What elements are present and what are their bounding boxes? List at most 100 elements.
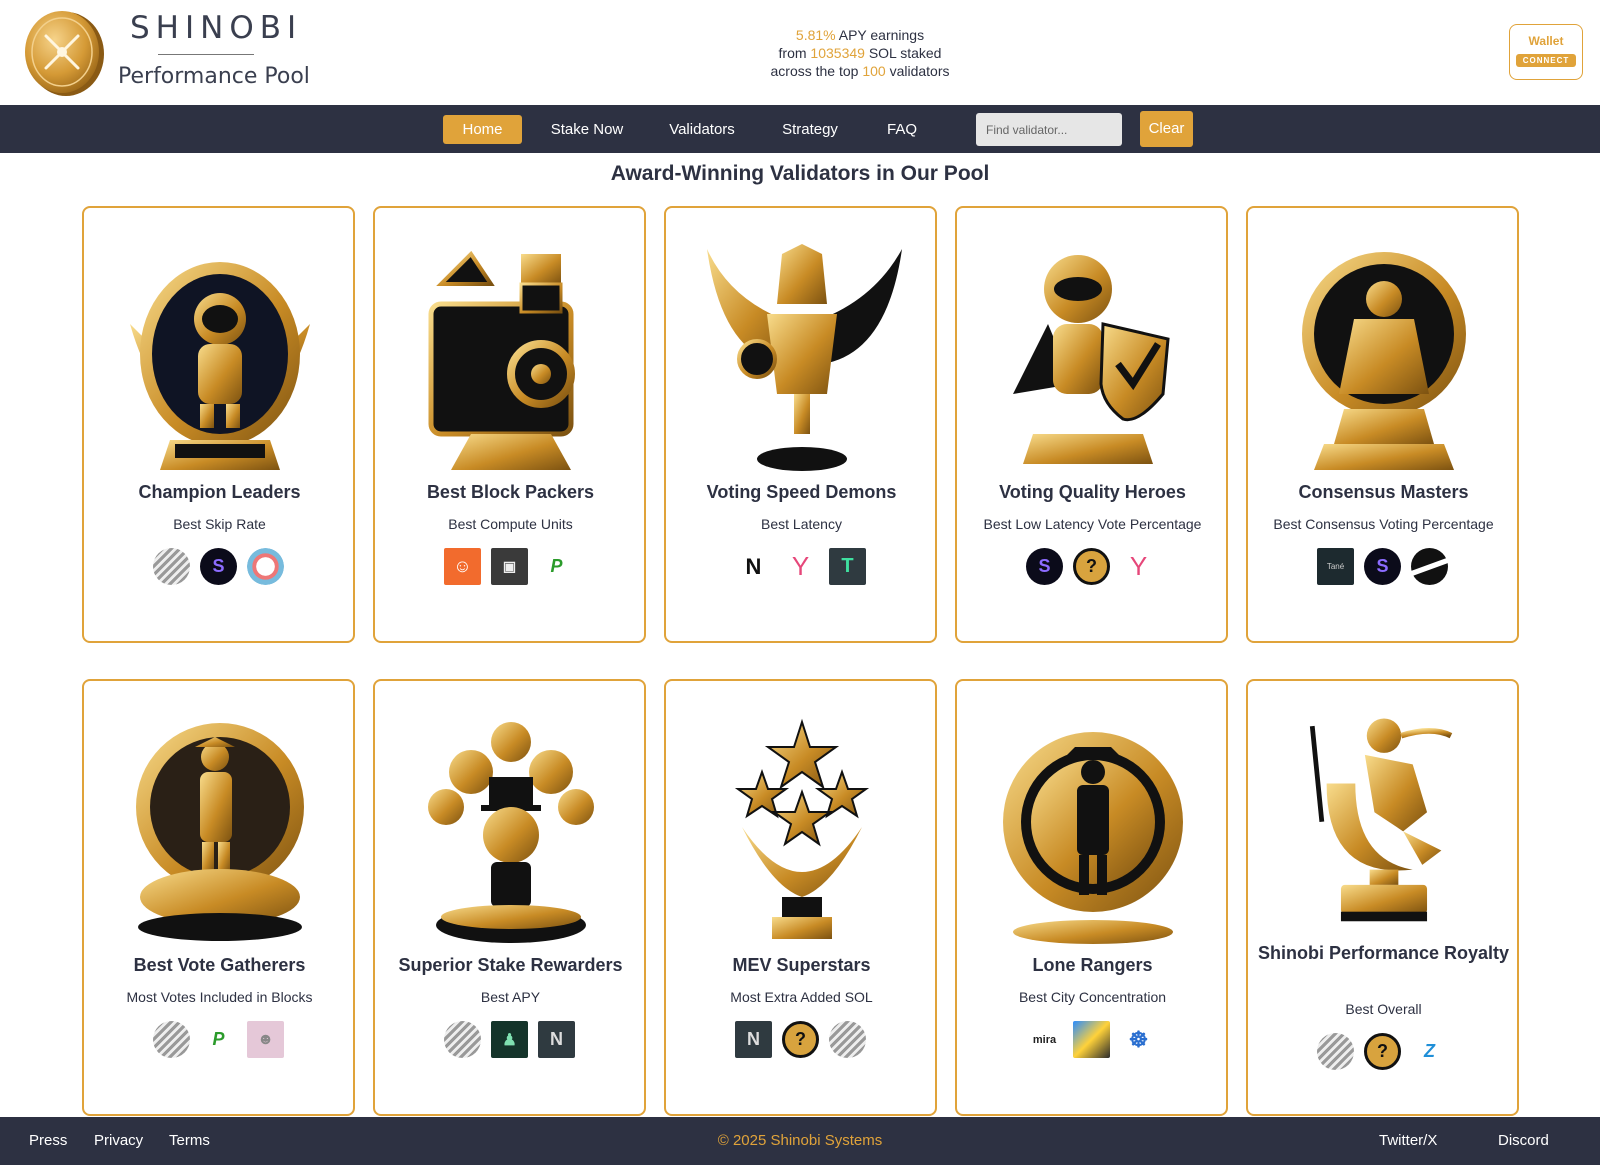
explorer-trophy-icon xyxy=(136,723,304,941)
validator-logo-question-icon[interactable]: ? xyxy=(1073,548,1110,585)
pool-stats: 5.81% APY earnings from 1035349 SOL stak… xyxy=(700,26,1020,80)
validator-logo-n-circle-icon[interactable]: N xyxy=(538,1021,575,1058)
validator-logo-helm-icon[interactable]: ☸ xyxy=(1120,1021,1157,1058)
award-card-voting-speed-demons[interactable]: Voting Speed Demons Best Latency N Y T xyxy=(664,206,937,643)
validator-logo-pz-icon[interactable]: P xyxy=(538,548,575,585)
validator-logo-s-icon[interactable]: S xyxy=(1026,548,1063,585)
page-title: Award-Winning Validators in Our Pool xyxy=(610,162,990,185)
block-packer-trophy-icon xyxy=(428,250,575,470)
apy-value: 5.81% xyxy=(795,27,836,43)
validator-logo-penguin-icon[interactable] xyxy=(247,548,284,585)
shinobi-coin-logo-icon[interactable] xyxy=(22,6,106,98)
clear-button[interactable]: Clear xyxy=(1140,111,1193,147)
footer-link-twitter[interactable]: Twitter/X xyxy=(1379,1132,1437,1149)
nav-stake-now[interactable]: Stake Now xyxy=(543,115,631,144)
award-card-shinobi-performance-royalty[interactable]: Shinobi Performance Royalty Best Overall… xyxy=(1246,679,1519,1116)
card-subtitle: Best Consensus Voting Percentage xyxy=(1273,516,1494,532)
astronaut-trophy-icon xyxy=(130,262,310,470)
validator-logos: P ☻ xyxy=(84,1021,353,1061)
award-card-best-vote-gatherers[interactable]: Best Vote Gatherers Most Votes Included … xyxy=(82,679,355,1116)
sage-trophy-icon xyxy=(1302,252,1466,470)
nav-strategy[interactable]: Strategy xyxy=(775,115,845,144)
copyright-text: © 2025 Shinobi Systems xyxy=(717,1132,883,1149)
award-card-superior-stake-rewarders[interactable]: Superior Stake Rewarders Best APY ♟ N xyxy=(373,679,646,1116)
footer-link-press[interactable]: Press xyxy=(29,1132,67,1149)
validator-logo-s-icon[interactable]: S xyxy=(200,548,237,585)
validators-label: validators xyxy=(889,63,950,79)
award-card-mev-superstars[interactable]: MEV Superstars Most Extra Added SOL N ? xyxy=(664,679,937,1116)
validator-logos: ♟ N xyxy=(375,1021,644,1061)
wallet-connect-button[interactable]: Wallet CONNECT xyxy=(1509,24,1583,80)
footer-link-terms[interactable]: Terms xyxy=(169,1132,210,1149)
nav-home[interactable]: Home xyxy=(443,115,522,144)
validator-logo-avatar-icon[interactable]: ☻ xyxy=(247,1021,284,1058)
card-title: Consensus Masters xyxy=(1298,482,1469,502)
card-subtitle: Best Overall xyxy=(1345,1001,1422,1017)
apy-label: APY earnings xyxy=(838,27,925,43)
card-title: Superior Stake Rewarders xyxy=(398,955,623,975)
award-card-voting-quality-heroes[interactable]: Voting Quality Heroes Best Low Latency V… xyxy=(955,206,1228,643)
validator-logo-tane-icon[interactable]: Tané xyxy=(1317,548,1354,585)
card-subtitle: Best APY xyxy=(480,989,541,1005)
validator-logo-cat-icon[interactable]: ☺ xyxy=(444,548,481,585)
find-validator-input[interactable] xyxy=(976,113,1122,146)
card-subtitle: Best Skip Rate xyxy=(173,516,266,532)
brand-tagline: Performance Pool xyxy=(118,64,310,89)
validator-logo-question-icon[interactable]: ? xyxy=(782,1021,819,1058)
validator-logo-bird-icon[interactable] xyxy=(1073,1021,1110,1058)
card-subtitle: Best City Concentration xyxy=(1018,989,1167,1005)
award-card-consensus-masters[interactable]: Consensus Masters Best Consensus Voting … xyxy=(1246,206,1519,643)
award-card-champion-leaders[interactable]: Champion Leaders Best Skip Rate S xyxy=(82,206,355,643)
validator-logo-s-icon[interactable]: S xyxy=(1364,548,1401,585)
sol-staked-value: 1035349 xyxy=(810,45,865,61)
card-title: Voting Speed Demons xyxy=(706,482,897,502)
validator-logo-n-icon[interactable]: N xyxy=(735,548,772,585)
card-subtitle: Best Latency xyxy=(761,516,842,532)
across-label: across the top xyxy=(770,63,859,79)
validator-logo-n-circle-icon[interactable]: N xyxy=(735,1021,772,1058)
footer-link-discord[interactable]: Discord xyxy=(1498,1132,1549,1149)
card-title: Lone Rangers xyxy=(1032,955,1153,975)
validator-logo-diamond-icon[interactable] xyxy=(1317,1033,1354,1070)
connect-label: CONNECT xyxy=(1515,54,1577,67)
footer-link-privacy[interactable]: Privacy xyxy=(94,1132,143,1149)
validator-logo-t-icon[interactable]: T xyxy=(829,548,866,585)
validator-logo-z-icon[interactable]: Z xyxy=(1411,1033,1448,1070)
validator-logo-pz-icon[interactable]: P xyxy=(200,1021,237,1058)
validator-logo-y-icon[interactable]: Y xyxy=(782,548,819,585)
award-card-lone-rangers[interactable]: Lone Rangers Best City Concentration mir… xyxy=(955,679,1228,1116)
validator-logo-y-icon[interactable]: Y xyxy=(1120,548,1157,585)
validator-logo-question-icon[interactable]: ? xyxy=(1364,1033,1401,1070)
card-title: Best Vote Gatherers xyxy=(133,955,306,975)
validator-count-value: 100 xyxy=(862,63,886,79)
card-title: Voting Quality Heroes xyxy=(999,482,1186,502)
validator-logo-diamond-icon[interactable] xyxy=(153,548,190,585)
card-subtitle: Best Low Latency Vote Percentage xyxy=(983,516,1202,532)
validator-logo-diamond-icon[interactable] xyxy=(829,1021,866,1058)
award-card-best-block-packers[interactable]: Best Block Packers Best Compute Units ☺ … xyxy=(373,206,646,643)
validator-logo-robot-icon[interactable]: ▣ xyxy=(491,548,528,585)
site-header: SHINOBI Performance Pool 5.81% APY earni… xyxy=(0,0,1600,105)
validator-logos: N Y T xyxy=(666,548,935,588)
shield-hero-trophy-icon xyxy=(1013,255,1170,464)
validator-logo-figure-icon[interactable]: ♟ xyxy=(491,1021,528,1058)
validator-logos: S ? Y xyxy=(957,548,1226,588)
card-title: Shinobi Performance Royalty xyxy=(1257,943,1510,963)
validators-line: across the top 100 validators xyxy=(700,62,1020,80)
validator-logo-diamond-icon[interactable] xyxy=(444,1021,481,1058)
validator-logos: S xyxy=(84,548,353,588)
card-title: Champion Leaders xyxy=(138,482,301,502)
nav-faq[interactable]: FAQ xyxy=(880,115,924,144)
validator-logo-wave-icon[interactable] xyxy=(1411,548,1448,585)
winged-hero-trophy-icon xyxy=(707,244,902,471)
ninja-trophy-icon xyxy=(1309,718,1453,922)
validator-logo-diamond-icon[interactable] xyxy=(153,1021,190,1058)
nav-validators[interactable]: Validators xyxy=(662,115,742,144)
card-subtitle: Best Compute Units xyxy=(448,516,573,532)
apy-line: 5.81% APY earnings xyxy=(700,26,1020,44)
tycoon-trophy-icon xyxy=(428,722,594,943)
brand-divider xyxy=(158,54,254,55)
validator-logo-mira-icon[interactable]: mira xyxy=(1026,1021,1063,1058)
staked-label: SOL staked xyxy=(868,45,942,61)
card-subtitle: Most Extra Added SOL xyxy=(730,989,873,1005)
